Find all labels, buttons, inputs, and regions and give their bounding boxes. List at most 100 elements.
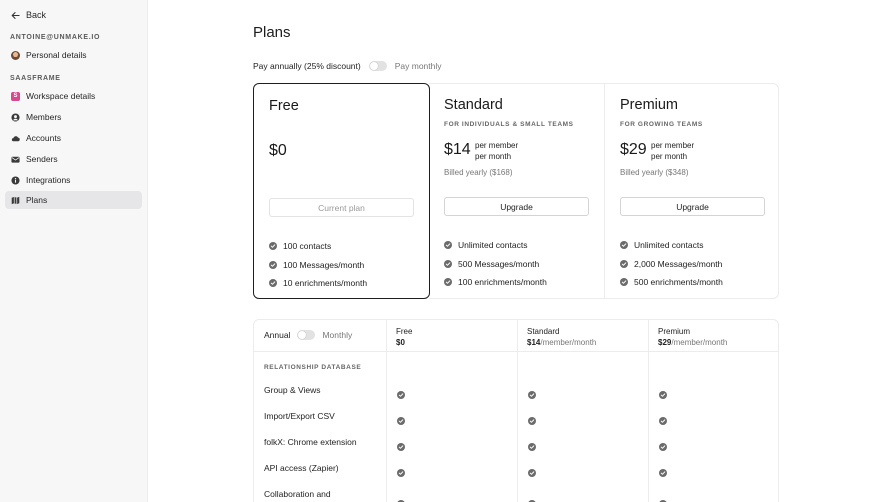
list-item: Unlimited contacts — [620, 236, 723, 255]
check-circle-icon — [397, 386, 405, 399]
check-circle-icon — [269, 260, 277, 269]
plan-price: $14 — [444, 141, 471, 158]
comparison-toggle-switch[interactable] — [297, 330, 316, 340]
sidebar-item-senders[interactable]: Senders — [5, 150, 142, 168]
plan-cards: Free $0 Current plan 100 contacts 100 Me… — [253, 83, 779, 299]
plan-feature-list: 100 contacts 100 Messages/month 10 enric… — [269, 237, 367, 293]
user-circle-icon — [11, 112, 20, 122]
feature-name: API access (Zapier) — [264, 463, 339, 473]
plan-price: $0 — [269, 142, 287, 159]
cloud-icon — [11, 134, 20, 143]
plan-name: Premium — [620, 97, 679, 113]
check-circle-icon — [444, 278, 452, 287]
table-row: API access (Zapier) — [254, 463, 778, 489]
check-circle-icon — [659, 412, 667, 425]
comparison-billing-toggle: Annual Monthly — [264, 330, 352, 340]
price-unit: per member per month — [651, 141, 695, 161]
sidebar-item-integrations[interactable]: Integrations — [5, 171, 142, 189]
workspace-section-label: SAASFRAME — [10, 75, 61, 82]
sidebar-item-label: Workspace details — [26, 91, 96, 101]
plan-card-free: Free $0 Current plan 100 contacts 100 Me… — [253, 83, 430, 299]
check-circle-icon — [620, 278, 628, 287]
plan-card-premium: Premium FOR GROWING TEAMS $29 per member… — [604, 83, 779, 299]
column-header-premium: Premium $29/member/month — [658, 327, 728, 347]
list-item: 100 enrichments/month — [444, 273, 547, 292]
sidebar-item-label: Accounts — [26, 133, 61, 143]
page-title: Plans — [253, 24, 291, 41]
workspace-badge: S — [11, 91, 20, 101]
plan-feature-list: Unlimited contacts 500 Messages/month 10… — [444, 236, 547, 292]
check-circle-icon — [269, 279, 277, 288]
table-row: folkX: Chrome extension — [254, 437, 778, 463]
billed-yearly-note: Billed yearly ($168) — [444, 168, 513, 177]
plan-subtitle: FOR GROWING TEAMS — [620, 121, 703, 128]
sidebar-item-label: Personal details — [26, 50, 87, 60]
sidebar-item-label: Members — [26, 112, 62, 122]
list-item: Unlimited contacts — [444, 236, 547, 255]
plan-feature-list: Unlimited contacts 2,000 Messages/month … — [620, 236, 723, 292]
sidebar-item-label: Integrations — [26, 175, 71, 185]
current-plan-button[interactable]: Current plan — [269, 198, 414, 217]
check-circle-icon — [397, 495, 405, 502]
list-item: 10 enrichments/month — [269, 274, 367, 293]
account-email-label: ANTOINE@UNMAKE.IO — [10, 34, 101, 41]
sidebar-item-members[interactable]: Members — [5, 108, 142, 126]
check-circle-icon — [659, 495, 667, 502]
check-circle-icon — [620, 259, 628, 268]
check-circle-icon — [528, 386, 536, 399]
check-circle-icon — [659, 386, 667, 399]
check-circle-icon — [397, 412, 405, 425]
plan-name: Free — [269, 98, 299, 114]
check-circle-icon — [444, 241, 452, 250]
list-item: 500 Messages/month — [444, 255, 547, 274]
plan-subtitle: FOR INDIVIDUALS & SMALL TEAMS — [444, 121, 574, 128]
check-circle-icon — [528, 438, 536, 451]
comparison-header: Annual Monthly Free $0 Standard $14/memb… — [254, 320, 778, 352]
pay-annually-label[interactable]: Pay annually (25% discount) — [253, 61, 361, 71]
check-circle-icon — [444, 259, 452, 268]
info-icon — [11, 175, 20, 185]
upgrade-standard-button[interactable]: Upgrade — [444, 197, 589, 216]
pay-monthly-label[interactable]: Pay monthly — [395, 61, 442, 71]
plan-name: Standard — [444, 97, 503, 113]
check-circle-icon — [659, 438, 667, 451]
sidebar-item-label: Plans — [26, 195, 48, 205]
check-circle-icon — [397, 438, 405, 451]
sidebar-item-workspace-details[interactable]: S Workspace details — [5, 87, 142, 105]
check-circle-icon — [620, 241, 628, 250]
column-header-standard: Standard $14/member/month — [527, 327, 597, 347]
back-button[interactable]: Back — [11, 8, 46, 22]
sidebar-item-accounts[interactable]: Accounts — [5, 129, 142, 147]
list-item: 100 contacts — [269, 237, 367, 256]
monthly-label[interactable]: Monthly — [322, 330, 352, 340]
feature-name: Collaboration and — [264, 489, 331, 499]
table-row: Group & Views — [254, 385, 778, 411]
plan-price: $29 — [620, 141, 647, 158]
billing-toggle-switch[interactable] — [368, 61, 387, 71]
plan-comparison-table: Annual Monthly Free $0 Standard $14/memb… — [253, 319, 779, 502]
annual-label[interactable]: Annual — [264, 330, 290, 340]
sidebar-item-plans[interactable]: Plans — [5, 191, 142, 209]
check-circle-icon — [269, 242, 277, 251]
check-circle-icon — [528, 464, 536, 477]
price-unit: per member per month — [475, 141, 519, 161]
plan-card-standard: Standard FOR INDIVIDUALS & SMALL TEAMS $… — [429, 83, 604, 299]
feature-name: Import/Export CSV — [264, 411, 335, 421]
billed-yearly-note: Billed yearly ($348) — [620, 168, 689, 177]
feature-name: folkX: Chrome extension — [264, 437, 357, 447]
avatar — [11, 50, 20, 60]
table-row: Collaboration and — [254, 489, 778, 502]
billing-period-toggle: Pay annually (25% discount) Pay monthly — [253, 61, 442, 71]
column-header-free: Free $0 — [396, 327, 413, 347]
sidebar-item-label: Senders — [26, 154, 58, 164]
back-label: Back — [26, 10, 47, 20]
check-circle-icon — [397, 464, 405, 477]
settings-sidebar: Back ANTOINE@UNMAKE.IO Personal details … — [0, 0, 148, 502]
category-label: RELATIONSHIP DATABASE — [264, 364, 362, 371]
list-item: 500 enrichments/month — [620, 273, 723, 292]
arrow-left-icon — [11, 11, 20, 19]
mail-icon — [11, 155, 20, 164]
upgrade-premium-button[interactable]: Upgrade — [620, 197, 765, 216]
sidebar-item-personal-details[interactable]: Personal details — [5, 46, 142, 64]
feature-name: Group & Views — [264, 385, 321, 395]
